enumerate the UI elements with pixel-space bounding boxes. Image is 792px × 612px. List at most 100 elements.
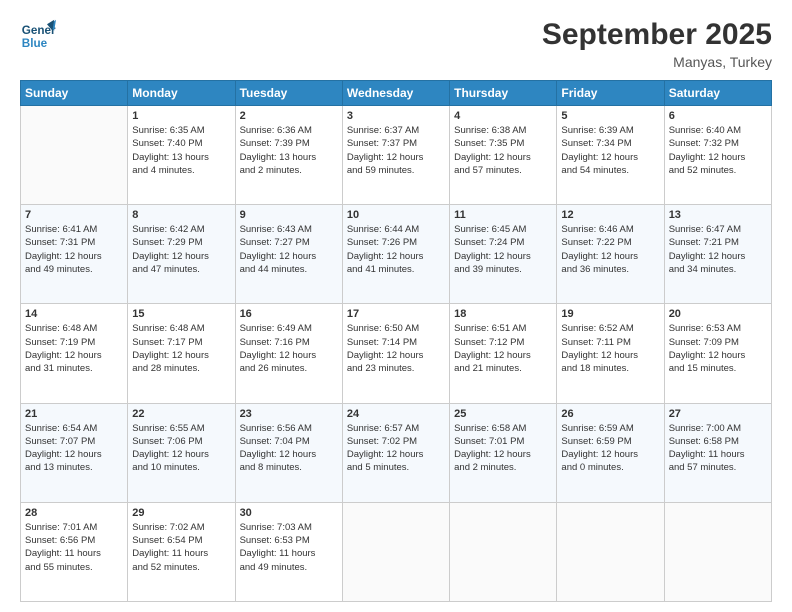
calendar-cell: 10Sunrise: 6:44 AM Sunset: 7:26 PM Dayli… xyxy=(342,205,449,304)
day-number: 27 xyxy=(669,408,767,420)
day-number: 29 xyxy=(132,507,230,519)
logo-icon: General Blue xyxy=(20,18,56,54)
calendar-cell: 27 Sunrise: 7:00 AM Sunset: 6:58 PM Dayli… xyxy=(664,403,771,502)
day-number: 1 xyxy=(132,110,230,122)
day-content: Sunrise: 6:48 AM Sunset: 7:17 PM Dayligh… xyxy=(132,322,230,375)
day-number: 15 xyxy=(132,308,230,320)
day-number: 26 xyxy=(561,408,659,420)
day-content: Sunrise: 6:41 AM Sunset: 7:31 PM Dayligh… xyxy=(25,223,123,276)
day-content: Sunrise: 6:53 AM Sunset: 7:09 PM Dayligh… xyxy=(669,322,767,375)
day-number: 6 xyxy=(669,110,767,122)
calendar-cell: 28 Sunrise: 7:01 AM Sunset: 6:56 PM Dayli… xyxy=(21,502,128,601)
calendar-cell: 14 Sunrise: 6:48 AM Sunset: 7:19 PM Dayli… xyxy=(21,304,128,403)
day-content: Sunrise: 7:03 AM Sunset: 6:53 PM Dayligh… xyxy=(240,521,338,574)
calendar-header-sunday: Sunday xyxy=(21,81,128,106)
calendar-cell: 29Sunrise: 7:02 AM Sunset: 6:54 PM Dayli… xyxy=(128,502,235,601)
day-content: Sunrise: 6:36 AM Sunset: 7:39 PM Dayligh… xyxy=(240,124,338,177)
calendar-cell xyxy=(664,502,771,601)
calendar-cell: 21 Sunrise: 6:54 AM Sunset: 7:07 PM Dayli… xyxy=(21,403,128,502)
day-number: 17 xyxy=(347,308,445,320)
header: General Blue September 2025 Manyas, Turk… xyxy=(20,18,772,70)
calendar-cell: 25 Sunrise: 6:58 AM Sunset: 7:01 PM Dayli… xyxy=(450,403,557,502)
calendar-header-friday: Friday xyxy=(557,81,664,106)
day-number: 10 xyxy=(347,209,445,221)
day-content: Sunrise: 6:57 AM Sunset: 7:02 PM Dayligh… xyxy=(347,422,445,475)
day-content: Sunrise: 6:54 AM Sunset: 7:07 PM Dayligh… xyxy=(25,422,123,475)
page-subtitle: Manyas, Turkey xyxy=(542,54,772,70)
day-number: 22 xyxy=(132,408,230,420)
day-content: Sunrise: 6:40 AM Sunset: 7:32 PM Dayligh… xyxy=(669,124,767,177)
day-number: 25 xyxy=(454,408,552,420)
calendar-header-tuesday: Tuesday xyxy=(235,81,342,106)
day-number: 30 xyxy=(240,507,338,519)
day-content: Sunrise: 6:48 AM Sunset: 7:19 PM Dayligh… xyxy=(25,322,123,375)
calendar-cell: 20 Sunrise: 6:53 AM Sunset: 7:09 PM Dayli… xyxy=(664,304,771,403)
day-content: Sunrise: 6:51 AM Sunset: 7:12 PM Dayligh… xyxy=(454,322,552,375)
calendar-cell: 9 Sunrise: 6:43 AM Sunset: 7:27 PM Daylig… xyxy=(235,205,342,304)
day-number: 24 xyxy=(347,408,445,420)
calendar-cell: 30 Sunrise: 7:03 AM Sunset: 6:53 PM Dayli… xyxy=(235,502,342,601)
calendar-cell: 16 Sunrise: 6:49 AM Sunset: 7:16 PM Dayli… xyxy=(235,304,342,403)
calendar-cell: 17 Sunrise: 6:50 AM Sunset: 7:14 PM Dayli… xyxy=(342,304,449,403)
calendar-week-row: 14 Sunrise: 6:48 AM Sunset: 7:19 PM Dayli… xyxy=(21,304,772,403)
calendar-week-row: 1 Sunrise: 6:35 AM Sunset: 7:40 PM Daylig… xyxy=(21,106,772,205)
day-number: 11 xyxy=(454,209,552,221)
calendar-cell: 26 Sunrise: 6:59 AM Sunset: 6:59 PM Dayli… xyxy=(557,403,664,502)
day-number: 8 xyxy=(132,209,230,221)
day-number: 5 xyxy=(561,110,659,122)
calendar-week-row: 21 Sunrise: 6:54 AM Sunset: 7:07 PM Dayli… xyxy=(21,403,772,502)
logo: General Blue xyxy=(20,18,56,54)
calendar-week-row: 28 Sunrise: 7:01 AM Sunset: 6:56 PM Dayli… xyxy=(21,502,772,601)
day-number: 28 xyxy=(25,507,123,519)
calendar-header-row: SundayMondayTuesdayWednesdayThursdayFrid… xyxy=(21,81,772,106)
calendar-cell: 13 Sunrise: 6:47 AM Sunset: 7:21 PM Dayli… xyxy=(664,205,771,304)
day-content: Sunrise: 6:50 AM Sunset: 7:14 PM Dayligh… xyxy=(347,322,445,375)
day-number: 14 xyxy=(25,308,123,320)
day-content: Sunrise: 6:56 AM Sunset: 7:04 PM Dayligh… xyxy=(240,422,338,475)
day-content: Sunrise: 6:47 AM Sunset: 7:21 PM Dayligh… xyxy=(669,223,767,276)
calendar-header-monday: Monday xyxy=(128,81,235,106)
calendar-header-wednesday: Wednesday xyxy=(342,81,449,106)
calendar-cell xyxy=(557,502,664,601)
day-content: Sunrise: 6:37 AM Sunset: 7:37 PM Dayligh… xyxy=(347,124,445,177)
calendar-header-thursday: Thursday xyxy=(450,81,557,106)
calendar-week-row: 7Sunrise: 6:41 AM Sunset: 7:31 PM Daylig… xyxy=(21,205,772,304)
day-number: 21 xyxy=(25,408,123,420)
day-content: Sunrise: 7:01 AM Sunset: 6:56 PM Dayligh… xyxy=(25,521,123,574)
day-number: 9 xyxy=(240,209,338,221)
calendar-cell: 3 Sunrise: 6:37 AM Sunset: 7:37 PM Daylig… xyxy=(342,106,449,205)
calendar-cell: 19Sunrise: 6:52 AM Sunset: 7:11 PM Dayli… xyxy=(557,304,664,403)
day-content: Sunrise: 6:35 AM Sunset: 7:40 PM Dayligh… xyxy=(132,124,230,177)
day-content: Sunrise: 6:49 AM Sunset: 7:16 PM Dayligh… xyxy=(240,322,338,375)
page-title: September 2025 xyxy=(542,18,772,52)
day-content: Sunrise: 6:55 AM Sunset: 7:06 PM Dayligh… xyxy=(132,422,230,475)
day-content: Sunrise: 6:43 AM Sunset: 7:27 PM Dayligh… xyxy=(240,223,338,276)
calendar-cell: 23 Sunrise: 6:56 AM Sunset: 7:04 PM Dayli… xyxy=(235,403,342,502)
day-content: Sunrise: 6:58 AM Sunset: 7:01 PM Dayligh… xyxy=(454,422,552,475)
day-content: Sunrise: 7:00 AM Sunset: 6:58 PM Dayligh… xyxy=(669,422,767,475)
day-number: 4 xyxy=(454,110,552,122)
calendar-cell xyxy=(342,502,449,601)
day-content: Sunrise: 6:52 AM Sunset: 7:11 PM Dayligh… xyxy=(561,322,659,375)
day-content: Sunrise: 6:45 AM Sunset: 7:24 PM Dayligh… xyxy=(454,223,552,276)
calendar-cell xyxy=(450,502,557,601)
day-number: 13 xyxy=(669,209,767,221)
day-number: 18 xyxy=(454,308,552,320)
day-number: 3 xyxy=(347,110,445,122)
day-content: Sunrise: 6:38 AM Sunset: 7:35 PM Dayligh… xyxy=(454,124,552,177)
calendar-header-saturday: Saturday xyxy=(664,81,771,106)
calendar-cell: 8Sunrise: 6:42 AM Sunset: 7:29 PM Daylig… xyxy=(128,205,235,304)
day-content: Sunrise: 6:59 AM Sunset: 6:59 PM Dayligh… xyxy=(561,422,659,475)
day-number: 20 xyxy=(669,308,767,320)
calendar-cell: 4 Sunrise: 6:38 AM Sunset: 7:35 PM Daylig… xyxy=(450,106,557,205)
svg-text:Blue: Blue xyxy=(22,37,48,50)
title-block: September 2025 Manyas, Turkey xyxy=(542,18,772,70)
calendar-cell: 11 Sunrise: 6:45 AM Sunset: 7:24 PM Dayli… xyxy=(450,205,557,304)
calendar-table: SundayMondayTuesdayWednesdayThursdayFrid… xyxy=(20,80,772,602)
calendar-cell: 12Sunrise: 6:46 AM Sunset: 7:22 PM Dayli… xyxy=(557,205,664,304)
day-number: 16 xyxy=(240,308,338,320)
calendar-cell: 7Sunrise: 6:41 AM Sunset: 7:31 PM Daylig… xyxy=(21,205,128,304)
day-number: 12 xyxy=(561,209,659,221)
day-number: 23 xyxy=(240,408,338,420)
calendar-cell: 15 Sunrise: 6:48 AM Sunset: 7:17 PM Dayli… xyxy=(128,304,235,403)
